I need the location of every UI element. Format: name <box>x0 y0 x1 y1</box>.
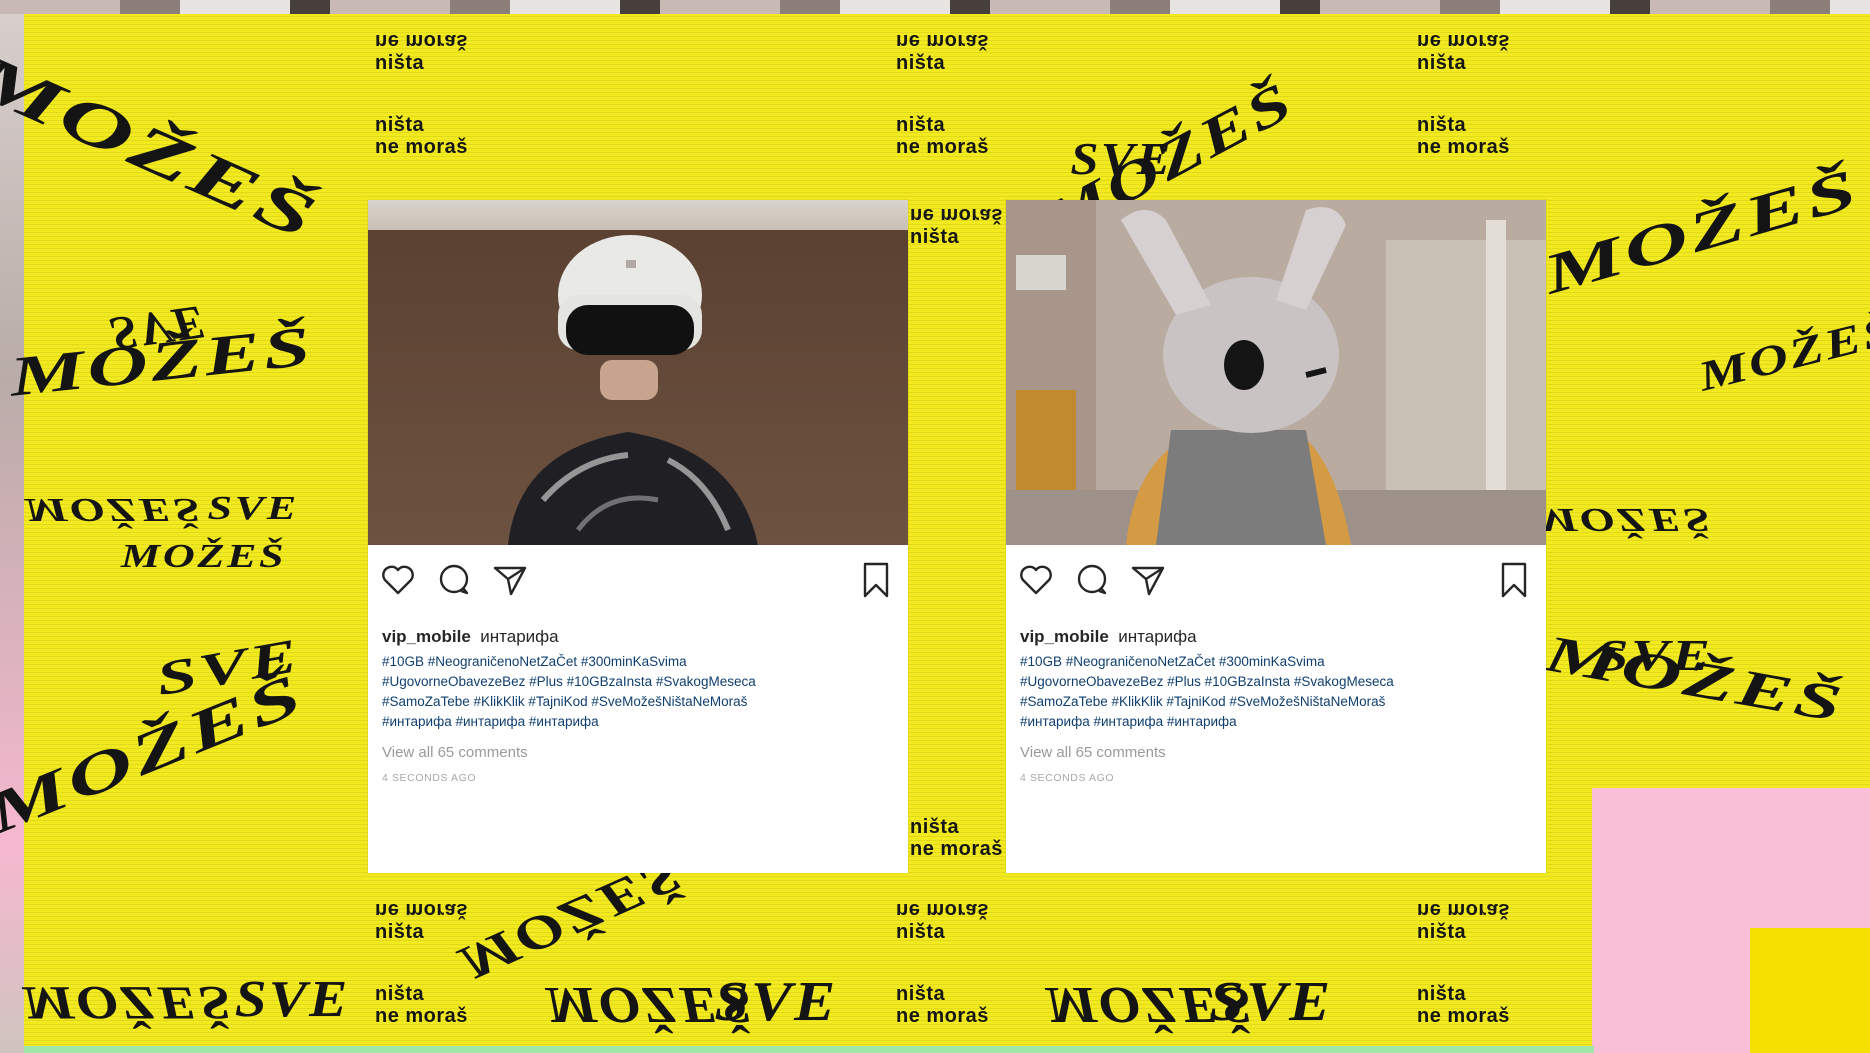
tag-block: ništa ne moraš <box>896 983 989 1027</box>
caption-text: интарифа <box>1118 627 1197 646</box>
hashtag-list: #10GB #NeograničenoNetZaČet #300minKaSvi… <box>382 652 882 732</box>
word-art: SVE <box>234 971 350 1028</box>
bookmark-icon[interactable] <box>1494 560 1534 600</box>
top-thumbnail-strip <box>0 0 1870 14</box>
hashtag-line[interactable]: #10GB #NeograničenoNetZaČet #300minKaSvi… <box>1020 652 1520 672</box>
left-edge-strip <box>0 14 24 1053</box>
post-caption-header: vip_mobile интарифа <box>382 627 559 647</box>
tag-block: ne moraš ništa <box>910 204 1003 248</box>
hashtag-line[interactable]: #10GB #NeograničenoNetZaČet #300minKaSvi… <box>382 652 882 672</box>
tag-block: ne moraš ništa <box>1417 30 1510 74</box>
hashtag-list: #10GB #NeograničenoNetZaČet #300minKaSvi… <box>1020 652 1520 732</box>
tag-block: ne moraš ništa <box>375 30 468 74</box>
username-link[interactable]: vip_mobile <box>382 627 471 646</box>
word-art: MOŽEŠ <box>22 976 233 1029</box>
tag-block: ništa ne moraš <box>896 114 989 158</box>
view-comments-link[interactable]: View all 65 comments <box>1020 744 1166 761</box>
word-art: SVE <box>207 490 299 527</box>
word-art: SVE <box>1596 631 1713 680</box>
comment-icon[interactable] <box>1072 560 1112 600</box>
share-icon[interactable] <box>490 560 530 600</box>
tag-block: ništa ne moraš <box>1417 983 1510 1027</box>
post-caption-header: vip_mobile интарифа <box>1020 627 1197 647</box>
instagram-post-card: vip_mobile интарифа #10GB #NeograničenoN… <box>368 200 908 873</box>
tag-block: ništa ne moraš <box>1417 114 1510 158</box>
instagram-post-card: vip_mobile интарифа #10GB #NeograničenoN… <box>1006 200 1546 873</box>
share-icon[interactable] <box>1128 560 1168 600</box>
hashtag-line[interactable]: #SamoZaTebe #KlikKlik #TajniKod #SveMože… <box>382 692 882 712</box>
yellow-corner-panel <box>1750 928 1870 1053</box>
tag-block: ništa ne moraš <box>375 983 468 1027</box>
post-photo-rabbit <box>1006 200 1546 545</box>
tag-block: ne moraš ništa <box>1417 899 1510 943</box>
word-art: SVE <box>1209 971 1333 1033</box>
hashtag-line[interactable]: #UgovorneObavezeBez #Plus #10GBzaInsta #… <box>382 672 882 692</box>
hashtag-line[interactable]: #SamoZaTebe #KlikKlik #TajniKod #SveMože… <box>1020 692 1520 712</box>
caption-text: интарифа <box>480 627 559 646</box>
word-art: SVE <box>1070 133 1173 184</box>
tag-block: ništa ne moraš <box>910 816 1003 860</box>
hashtag-line[interactable]: #интарифа #интарифа #интарифа <box>382 712 882 732</box>
tag-block: ne moraš ništa <box>896 30 989 74</box>
bookmark-icon[interactable] <box>856 560 896 600</box>
hashtag-line[interactable]: #интарифа #интарифа #интарифа <box>1020 712 1520 732</box>
tag-block: ne moraš ništa <box>896 899 989 943</box>
post-photo-helmet <box>368 200 908 545</box>
word-art: MOŽEŠ <box>120 538 287 575</box>
post-timestamp: 4 SECONDS AGO <box>1020 772 1115 784</box>
word-art: MOŽEŠ <box>24 491 203 528</box>
heart-icon[interactable] <box>1016 560 1056 600</box>
view-comments-link[interactable]: View all 65 comments <box>382 744 528 761</box>
word-art: MOŽEŠ <box>1534 501 1713 538</box>
tag-block: ne moraš ništa <box>375 899 468 943</box>
comment-icon[interactable] <box>434 560 474 600</box>
heart-icon[interactable] <box>378 560 418 600</box>
username-link[interactable]: vip_mobile <box>1020 627 1109 646</box>
hashtag-line[interactable]: #UgovorneObavezeBez #Plus #10GBzaInsta #… <box>1020 672 1520 692</box>
post-timestamp: 4 SECONDS AGO <box>382 772 477 784</box>
tag-block: ništa ne moraš <box>375 114 468 158</box>
post-actions-bar <box>1016 560 1536 604</box>
word-art: SVE <box>714 971 838 1033</box>
bottom-edge-strip <box>24 1046 1594 1053</box>
video-frame: ne moraš ništa ništa ne moraš ne moraš ništ… <box>0 0 1870 1053</box>
post-actions-bar <box>378 560 898 604</box>
